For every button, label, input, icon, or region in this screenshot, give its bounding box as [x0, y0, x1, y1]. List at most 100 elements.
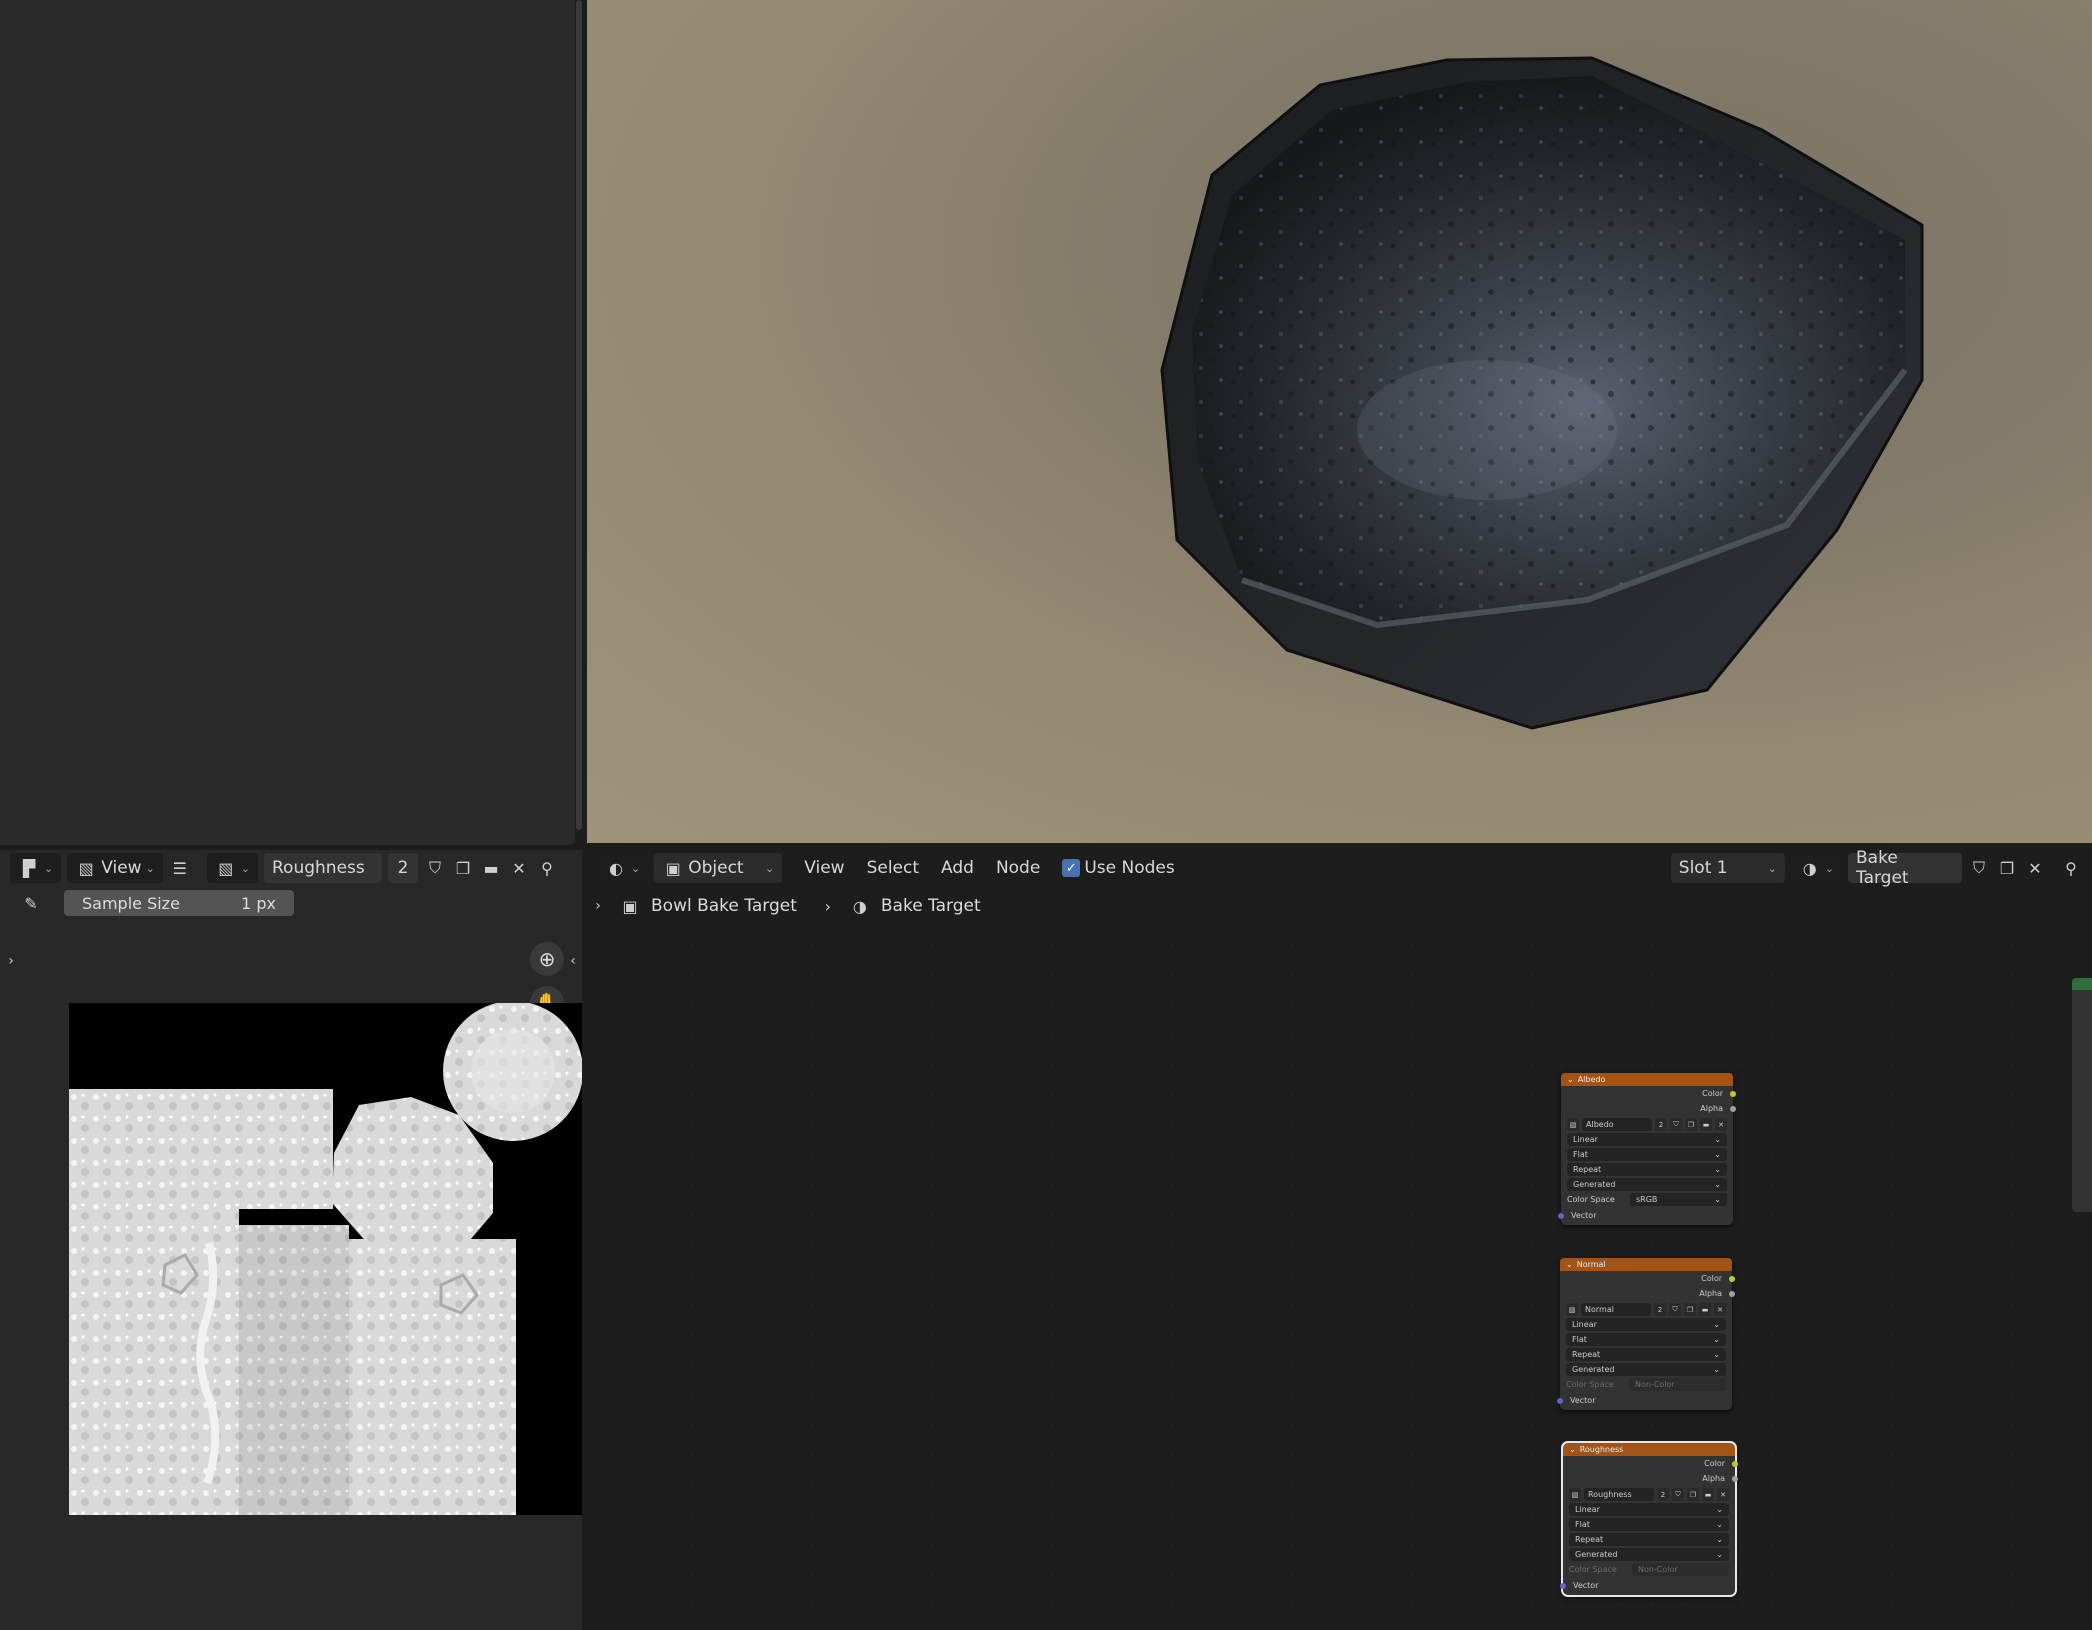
node-header[interactable]: ⌄ Albedo	[1561, 1073, 1733, 1086]
toolbar-expand-icon[interactable]: ›	[0, 950, 22, 972]
projection-dropdown[interactable]: Flat ⌄	[1567, 1148, 1727, 1161]
interpolation-dropdown[interactable]: Linear ⌄	[1566, 1318, 1726, 1331]
user-count-button[interactable]: 2	[388, 853, 418, 883]
view-menu[interactable]: View	[796, 853, 852, 883]
node-user-count[interactable]: 2	[1654, 1303, 1666, 1316]
chevron-right-icon[interactable]: ›	[587, 895, 609, 917]
color-space-dropdown[interactable]: sRGB ⌄	[1630, 1193, 1727, 1206]
area-divider[interactable]	[576, 0, 582, 830]
chevron-down-icon: ⌄	[1716, 1550, 1723, 1559]
image-texture-node-roughness[interactable]: ⌄ Roughness Color Alpha ▧ Roughness 2 ⛉ ❐ ▬ ✕ Linea…	[1560, 1441, 1738, 1597]
close-icon[interactable]: ✕	[1714, 1303, 1726, 1316]
node-image-name[interactable]: Roughness	[1584, 1488, 1654, 1501]
chevron-down-icon: ⌄	[1713, 1335, 1720, 1344]
node-menu[interactable]: Node	[988, 853, 1048, 883]
folder-icon[interactable]: ▬	[1699, 1303, 1711, 1316]
extension-dropdown[interactable]: Repeat ⌄	[1569, 1533, 1729, 1546]
material-icon: ◑	[852, 896, 867, 916]
collapse-icon[interactable]: ⌄	[1567, 1075, 1574, 1084]
collapse-icon[interactable]: ⌄	[1569, 1445, 1576, 1454]
editor-type-button[interactable]: ◐ ⌄	[597, 853, 649, 883]
duplicate-icon[interactable]: ❐	[1684, 1303, 1696, 1316]
shield-icon[interactable]: ⛉	[1672, 1488, 1684, 1501]
color-socket[interactable]	[1729, 1275, 1735, 1282]
view-menu-button[interactable]: ▧ View ⌄	[67, 853, 163, 883]
node-header[interactable]: ⌄ Roughness	[1563, 1443, 1735, 1456]
vector-socket[interactable]	[1560, 1582, 1566, 1589]
source-dropdown[interactable]: Generated ⌄	[1567, 1178, 1727, 1191]
object-mode-dropdown[interactable]: ▣ Object ⌄	[654, 853, 783, 883]
node-canvas[interactable]	[587, 930, 2092, 1630]
color-socket[interactable]	[1732, 1460, 1738, 1467]
dropdown-value: Generated	[1572, 1365, 1615, 1374]
color-space-label: Color Space	[1569, 1565, 1617, 1574]
close-icon[interactable]: ✕	[1717, 1488, 1729, 1501]
use-nodes-toggle[interactable]: ✓ Use Nodes	[1054, 853, 1182, 883]
texture-canvas[interactable]	[69, 1003, 582, 1515]
eyedropper-icon[interactable]: ✎	[20, 892, 42, 914]
extension-dropdown[interactable]: Repeat ⌄	[1566, 1348, 1726, 1361]
interpolation-dropdown[interactable]: Linear ⌄	[1567, 1133, 1727, 1146]
duplicate-icon[interactable]: ❐	[1685, 1118, 1697, 1131]
collapse-icon[interactable]: ⌄	[1566, 1260, 1573, 1269]
alpha-socket[interactable]	[1732, 1475, 1738, 1482]
image-icon[interactable]: ▧	[1567, 1118, 1579, 1131]
dropdown-value: Linear	[1572, 1320, 1597, 1329]
node-user-count[interactable]: 2	[1657, 1488, 1669, 1501]
pin-icon[interactable]: ⚲	[536, 857, 558, 879]
folder-icon[interactable]: ▬	[1700, 1118, 1712, 1131]
vector-socket[interactable]	[1558, 1212, 1564, 1219]
editor-type-button[interactable]: ▛ ⌄	[10, 853, 62, 883]
material-browse-button[interactable]: ◑ ⌄	[1790, 853, 1842, 883]
interpolation-dropdown[interactable]: Linear ⌄	[1569, 1503, 1729, 1516]
close-icon[interactable]: ✕	[1715, 1118, 1727, 1131]
zoom-icon[interactable]: ⊕	[530, 942, 564, 976]
color-socket[interactable]	[1730, 1090, 1736, 1097]
slot-dropdown[interactable]: Slot 1 ⌄	[1670, 853, 1785, 883]
image-texture-node-albedo[interactable]: ⌄ Albedo Color Alpha ▧ Albedo 2 ⛉ ❐ ▬ ✕ Linear ⌄ Flat…	[1558, 1073, 1736, 1225]
dropdown-value: Non-Color	[1635, 1380, 1675, 1389]
image-name-field[interactable]: Roughness	[264, 853, 382, 883]
image-texture-node-normal[interactable]: ⌄ Normal Color Alpha ▧ Normal 2 ⛉ ❐ ▬ ✕ Linear ⌄ Flat…	[1557, 1258, 1735, 1410]
duplicate-icon[interactable]: ❐	[1687, 1488, 1699, 1501]
node-image-name[interactable]: Albedo	[1582, 1118, 1652, 1131]
node-header[interactable]: ⌄ Normal	[1560, 1258, 1732, 1271]
principled-bsdf-node-partial[interactable]	[2072, 978, 2092, 1212]
source-dropdown[interactable]: Generated ⌄	[1569, 1548, 1729, 1561]
sidebar-expand-icon[interactable]: ‹	[562, 950, 584, 972]
close-icon[interactable]: ✕	[508, 857, 530, 879]
image-browse-button[interactable]: ▧ ⌄	[206, 853, 258, 883]
shield-icon[interactable]: ⛉	[1968, 857, 1990, 879]
material-name-field[interactable]: Bake Target	[1848, 848, 1962, 888]
add-menu[interactable]: Add	[933, 853, 982, 883]
folder-icon[interactable]: ▬	[1702, 1488, 1714, 1501]
close-icon[interactable]: ✕	[2024, 857, 2046, 879]
chevron-down-icon: ⌄	[1714, 1180, 1721, 1189]
duplicate-icon[interactable]: ❐	[1996, 857, 2018, 879]
node-image-name[interactable]: Normal	[1581, 1303, 1651, 1316]
dropdown-value: Generated	[1575, 1550, 1618, 1559]
breadcrumb-material: Bake Target	[880, 896, 981, 916]
vector-socket[interactable]	[1557, 1397, 1563, 1404]
pin-icon[interactable]: ⚲	[2060, 857, 2082, 879]
sample-size-field[interactable]: Sample Size 1 px	[64, 890, 294, 916]
output-label: Alpha	[1700, 1104, 1723, 1113]
projection-dropdown[interactable]: Flat ⌄	[1569, 1518, 1729, 1531]
alpha-socket[interactable]	[1730, 1105, 1736, 1112]
image-editor[interactable]: ▛ ⌄ ▧ View ⌄ ☰ ▧ ⌄ Roughness 2 ⛉ ❐ ▬ ✕ ⚲ ✎…	[0, 850, 582, 1630]
alpha-socket[interactable]	[1729, 1290, 1735, 1297]
shield-icon[interactable]: ⛉	[424, 857, 446, 879]
3d-viewport[interactable]	[587, 0, 2092, 843]
extension-dropdown[interactable]: Repeat ⌄	[1567, 1163, 1727, 1176]
shield-icon[interactable]: ⛉	[1670, 1118, 1682, 1131]
folder-icon[interactable]: ▬	[480, 857, 502, 879]
duplicate-icon[interactable]: ❐	[452, 857, 474, 879]
projection-dropdown[interactable]: Flat ⌄	[1566, 1333, 1726, 1346]
node-user-count[interactable]: 2	[1655, 1118, 1667, 1131]
source-dropdown[interactable]: Generated ⌄	[1566, 1363, 1726, 1376]
hamburger-menu-icon[interactable]: ☰	[169, 857, 191, 879]
image-icon[interactable]: ▧	[1566, 1303, 1578, 1316]
shield-icon[interactable]: ⛉	[1669, 1303, 1681, 1316]
select-menu[interactable]: Select	[859, 853, 927, 883]
image-icon[interactable]: ▧	[1569, 1488, 1581, 1501]
